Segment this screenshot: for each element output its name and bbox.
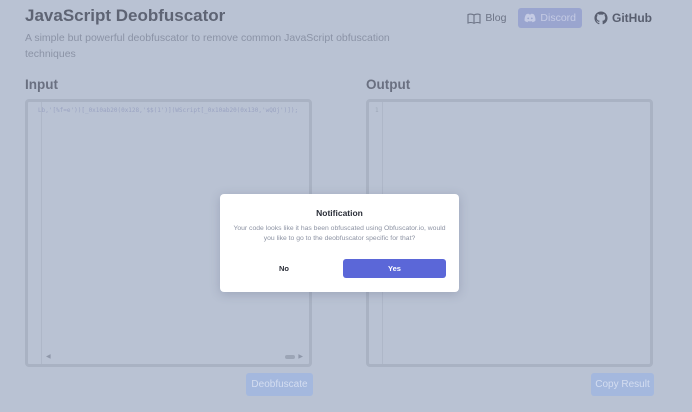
app-root: JavaScript Deobfuscator A simple but pow… xyxy=(0,0,692,412)
modal-title: Notification xyxy=(316,208,363,218)
no-button[interactable]: No xyxy=(234,259,334,278)
yes-button[interactable]: Yes xyxy=(343,259,446,278)
notification-modal: Notification Your code looks like it has… xyxy=(220,194,459,292)
modal-message: Your code looks like it has been obfusca… xyxy=(233,225,446,242)
